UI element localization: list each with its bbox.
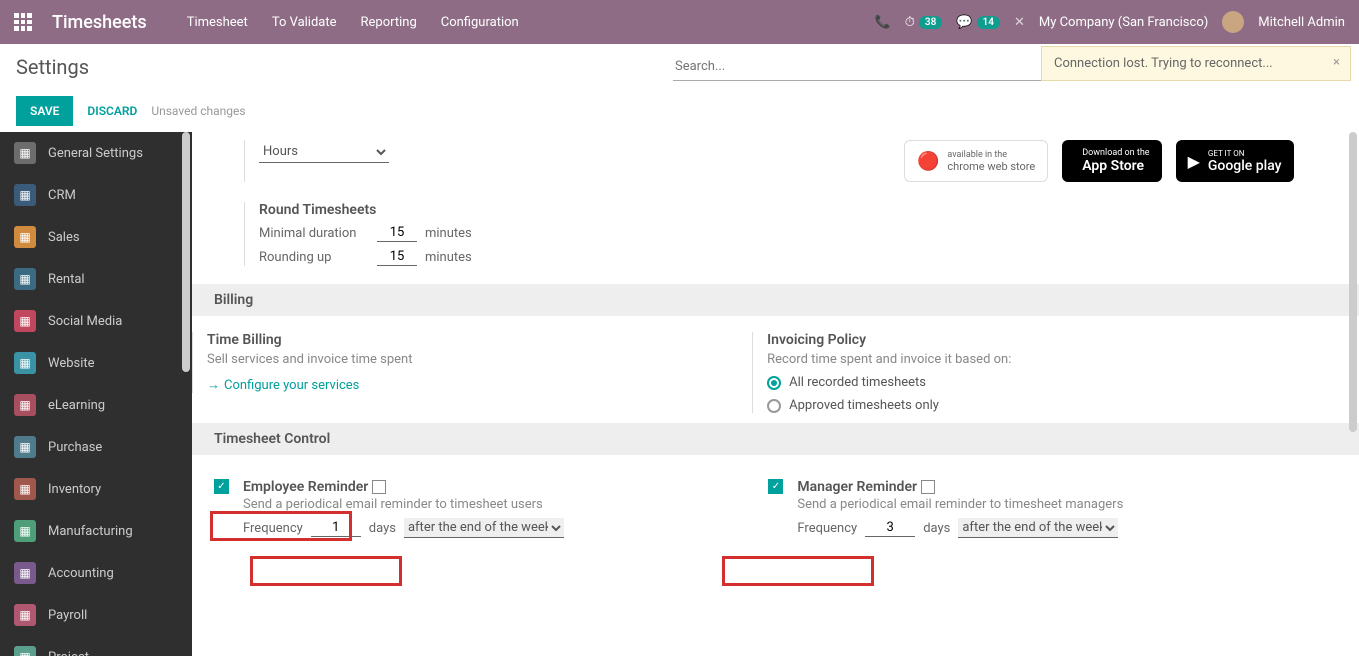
menu-to-validate[interactable]: To Validate: [272, 15, 337, 30]
discard-button[interactable]: DISCARD: [87, 104, 137, 118]
employee-period-select[interactable]: after the end of the week: [404, 518, 564, 538]
company-icon[interactable]: [921, 480, 935, 494]
highlight-annotation: [722, 556, 874, 586]
manager-period-select[interactable]: after the end of the week: [958, 518, 1118, 538]
close-icon[interactable]: ✕: [1014, 15, 1025, 30]
sidebar-item-crm[interactable]: ▦ CRM: [0, 174, 192, 216]
sidebar-item-elearning[interactable]: ▦ eLearning: [0, 384, 192, 426]
menu-timesheet[interactable]: Timesheet: [187, 15, 248, 30]
configure-services-link[interactable]: →Configure your services: [207, 377, 752, 393]
sidebar-item-inventory[interactable]: ▦ Inventory: [0, 468, 192, 510]
sidebar-item-sales[interactable]: ▦ Sales: [0, 216, 192, 258]
employee-reminder-title: Employee Reminder: [243, 479, 368, 495]
page-title: Settings: [16, 55, 89, 79]
unit-label: minutes: [425, 250, 472, 265]
manager-reminder-checkbox[interactable]: ✓: [768, 479, 783, 494]
sidebar-item-accounting[interactable]: ▦ Accounting: [0, 552, 192, 594]
sidebar-item-label: Social Media: [48, 314, 122, 329]
billing-section-header: Billing: [192, 284, 1359, 316]
chrome-store-badge[interactable]: 🔴 available in thechrome web store: [904, 140, 1048, 182]
highlight-annotation: [210, 511, 352, 541]
sidebar-icon: ▦: [14, 268, 36, 290]
sidebar-item-label: Inventory: [48, 482, 101, 497]
radio-all-recorded[interactable]: [767, 376, 781, 390]
phone-icon[interactable]: 📞: [875, 15, 891, 30]
google-play-badge[interactable]: ▶ GET IT ONGoogle play: [1176, 140, 1294, 182]
play-icon: ▶: [1188, 152, 1200, 171]
days-label: days: [369, 521, 396, 536]
sidebar-item-label: Purchase: [48, 440, 102, 455]
sidebar-item-label: Manufacturing: [48, 524, 133, 539]
rounding-up-input[interactable]: [377, 248, 417, 266]
sidebar-icon: ▦: [14, 646, 36, 656]
sidebar-item-label: Rental: [48, 272, 85, 287]
chrome-icon: 🔴: [917, 151, 939, 172]
highlight-annotation: [250, 556, 402, 586]
sidebar-icon: ▦: [14, 142, 36, 164]
sidebar-item-social-media[interactable]: ▦ Social Media: [0, 300, 192, 342]
unit-label: minutes: [425, 226, 472, 241]
menu-configuration[interactable]: Configuration: [441, 15, 519, 30]
radio-approved-only[interactable]: [767, 399, 781, 413]
sidebar-item-label: Accounting: [48, 566, 114, 581]
sidebar-icon: ▦: [14, 478, 36, 500]
sidebar-icon: ▦: [14, 352, 36, 374]
encoding-unit-select[interactable]: Hours: [259, 141, 389, 163]
min-duration-label: Minimal duration: [259, 226, 369, 241]
time-billing-desc: Sell services and invoice time spent: [207, 352, 752, 367]
manager-reminder-desc: Send a periodical email reminder to time…: [797, 497, 1312, 512]
rounding-up-label: Rounding up: [259, 250, 369, 265]
settings-sidebar: ▦ General Settings ▦ CRM ▦ Sales ▦ Rental ▦ Socia…: [0, 132, 192, 656]
sidebar-icon: ▦: [14, 184, 36, 206]
connection-toast: Connection lost. Trying to reconnect... …: [1041, 46, 1351, 81]
time-billing-title: Time Billing: [207, 332, 752, 348]
sidebar-icon: ▦: [14, 310, 36, 332]
sidebar-item-payroll[interactable]: ▦ Payroll: [0, 594, 192, 636]
sidebar-item-label: CRM: [48, 188, 76, 203]
save-button[interactable]: SAVE: [16, 96, 73, 126]
user-name[interactable]: Mitchell Admin: [1258, 15, 1345, 30]
round-title: Round Timesheets: [259, 202, 472, 218]
invoicing-policy-desc: Record time spent and invoice it based o…: [767, 352, 1312, 367]
sidebar-item-label: Sales: [48, 230, 80, 245]
company-selector[interactable]: My Company (San Francisco): [1039, 15, 1208, 30]
min-duration-input[interactable]: [377, 224, 417, 242]
sidebar-item-manufacturing[interactable]: ▦ Manufacturing: [0, 510, 192, 552]
sidebar-icon: ▦: [14, 604, 36, 626]
unsaved-indicator: Unsaved changes: [151, 104, 245, 118]
sidebar-item-label: General Settings: [48, 146, 143, 161]
user-avatar[interactable]: [1222, 11, 1244, 33]
sidebar-icon: ▦: [14, 394, 36, 416]
employee-reminder-checkbox[interactable]: ✓: [214, 479, 229, 494]
employee-reminder-desc: Send a periodical email reminder to time…: [243, 497, 758, 512]
menu-reporting[interactable]: Reporting: [361, 15, 417, 30]
sidebar-icon: ▦: [14, 562, 36, 584]
sidebar-icon: ▦: [14, 520, 36, 542]
messages-indicator[interactable]: 💬14: [956, 15, 1000, 30]
sidebar-item-general-settings[interactable]: ▦ General Settings: [0, 132, 192, 174]
invoicing-policy-title: Invoicing Policy: [767, 332, 1312, 348]
sidebar-item-label: eLearning: [48, 398, 105, 413]
apps-menu-icon[interactable]: [14, 13, 32, 31]
sidebar-item-purchase[interactable]: ▦ Purchase: [0, 426, 192, 468]
sidebar-item-label: Payroll: [48, 608, 87, 623]
sidebar-item-rental[interactable]: ▦ Rental: [0, 258, 192, 300]
sidebar-icon: ▦: [14, 436, 36, 458]
frequency-label: Frequency: [797, 521, 857, 536]
sidebar-item-website[interactable]: ▦ Website: [0, 342, 192, 384]
arrow-right-icon: →: [207, 377, 220, 393]
toast-close-icon[interactable]: ×: [1333, 55, 1340, 70]
sidebar-item-label: Website: [48, 356, 95, 371]
manager-frequency-input[interactable]: [865, 519, 915, 537]
app-brand[interactable]: Timesheets: [52, 12, 147, 33]
sidebar-item-label: Project: [48, 650, 89, 656]
app-store-badge[interactable]: Download on theApp Store: [1062, 140, 1161, 182]
timesheet-control-header: Timesheet Control: [192, 423, 1359, 455]
company-icon[interactable]: [372, 480, 386, 494]
activity-indicator[interactable]: ⏱38: [905, 15, 943, 30]
sidebar-icon: ▦: [14, 226, 36, 248]
days-label: days: [923, 521, 950, 536]
manager-reminder-title: Manager Reminder: [797, 479, 917, 495]
sidebar-item-project[interactable]: ▦ Project: [0, 636, 192, 656]
